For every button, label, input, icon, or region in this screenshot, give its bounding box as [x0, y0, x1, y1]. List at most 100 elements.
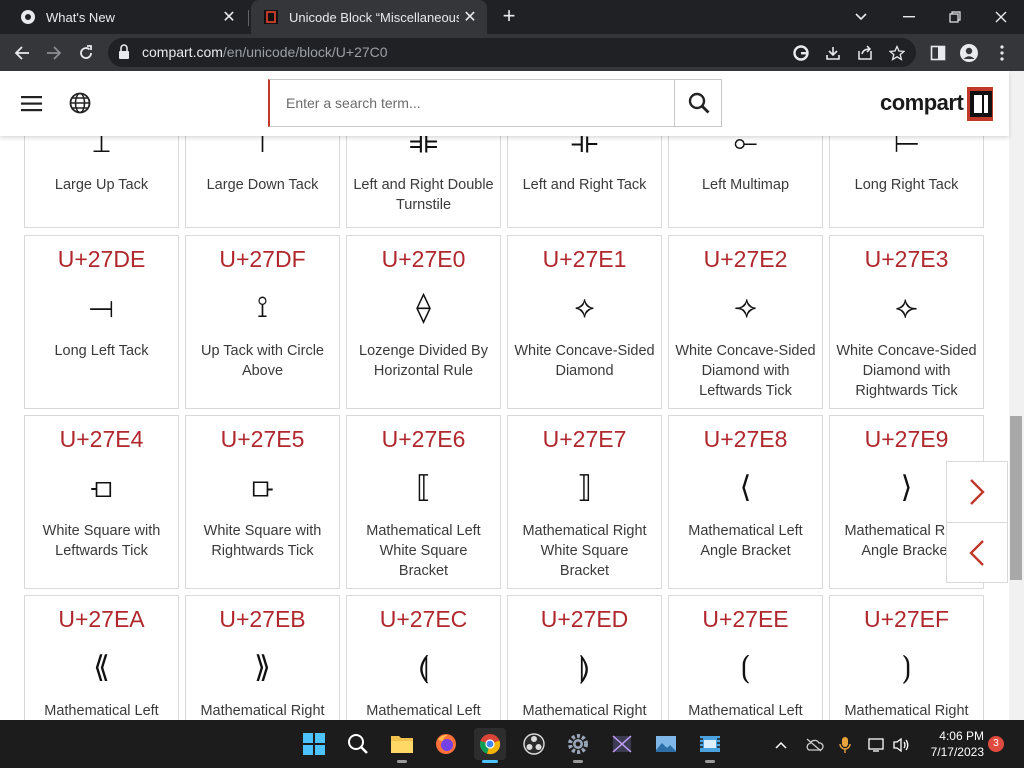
previous-page-button[interactable]: [947, 523, 1007, 583]
next-page-button[interactable]: [947, 462, 1007, 522]
character-card[interactable]: U+27ED ⟭ Mathematical Right: [507, 595, 662, 720]
search-button[interactable]: [674, 80, 722, 126]
character-glyph: ⟛: [570, 136, 599, 160]
character-card[interactable]: U+27E4 ⟤ White Square with Leftwards Tick: [24, 415, 179, 589]
character-card[interactable]: ⟜ Left Multimap: [668, 136, 823, 228]
character-card[interactable]: U+27EC ⟬ Mathematical Left: [346, 595, 501, 720]
profile-avatar-icon[interactable]: [956, 40, 982, 66]
character-name: Large Up Tack: [54, 177, 149, 193]
google-icon[interactable]: [790, 42, 812, 64]
file-explorer-icon[interactable]: [386, 728, 418, 763]
character-card[interactable]: U+27EE ⟮ Mathematical Left: [668, 595, 823, 720]
codepoint-label: U+27E5: [220, 426, 305, 452]
firefox-icon[interactable]: [430, 728, 462, 760]
share-icon[interactable]: [854, 42, 876, 64]
character-card[interactable]: ⟛ Left and Right Tack: [507, 136, 662, 228]
side-panel-icon[interactable]: [925, 40, 951, 66]
lock-icon[interactable]: [118, 44, 130, 60]
reload-button[interactable]: [73, 40, 99, 66]
settings-icon[interactable]: [562, 728, 594, 763]
display-icon[interactable]: [866, 734, 888, 756]
codepoint-label: U+27E7: [542, 426, 627, 452]
character-glyph: ⟙: [253, 136, 272, 160]
globe-language-icon[interactable]: [68, 91, 92, 115]
character-glyph: ⟭: [578, 650, 591, 685]
character-card[interactable]: U+27E8 ⟨ Mathematical Left Angle Bracket: [668, 415, 823, 589]
character-name: White Concave-Sided Diamond: [514, 343, 655, 379]
notification-badge[interactable]: 3: [988, 736, 1004, 752]
character-name: White Concave-Sided Diamond with Leftwar…: [675, 343, 816, 399]
character-name: Mathematical Right: [522, 703, 647, 719]
character-card[interactable]: U+27E3 ⟣ White Concave-Sided Diamond with …: [829, 235, 984, 409]
tab-search-icon[interactable]: [838, 0, 884, 34]
character-card[interactable]: U+27E6 ⟦ Mathematical Left White Square Br…: [346, 415, 501, 589]
codepoint-label: U+27E8: [703, 426, 788, 452]
character-name: Lozenge Divided By Horizontal Rule: [359, 343, 488, 379]
character-card[interactable]: ⟘ Large Up Tack: [24, 136, 179, 228]
film-editor-icon[interactable]: [694, 728, 726, 763]
character-card[interactable]: U+27E5 ⟥ White Square with Rightwards Tick: [185, 415, 340, 589]
character-name: Left Multimap: [701, 177, 790, 193]
search-input[interactable]: [270, 80, 674, 126]
microphone-icon[interactable]: [834, 734, 856, 756]
character-name: Long Right Tack: [854, 177, 959, 193]
search-icon[interactable]: [342, 728, 374, 760]
close-window-button[interactable]: [978, 0, 1024, 34]
system-clock[interactable]: 4:06 PM 7/17/2023: [918, 728, 984, 760]
new-tab-button[interactable]: +: [498, 5, 520, 28]
windows-start-icon[interactable]: [298, 728, 330, 760]
tab-separator: [248, 10, 249, 26]
character-card[interactable]: U+27E1 ⟡ White Concave-Sided Diamond: [507, 235, 662, 409]
character-card[interactable]: U+27EA ⟪ Mathematical Left: [24, 595, 179, 720]
character-card[interactable]: U+27E0 ⟠ Lozenge Divided By Horizontal Rul…: [346, 235, 501, 409]
character-card[interactable]: ⟚ Left and Right Double Turnstile: [346, 136, 501, 228]
character-card[interactable]: ⟙ Large Down Tack: [185, 136, 340, 228]
codepoint-label: U+27E2: [703, 246, 788, 272]
chrome-icon: [21, 10, 35, 24]
media-player-icon[interactable]: [606, 728, 638, 760]
character-name: Mathematical Left: [366, 703, 481, 719]
install-app-icon[interactable]: [822, 42, 844, 64]
character-card[interactable]: U+27DE ⟞ Long Left Tack: [24, 235, 179, 409]
close-tab-icon[interactable]: ✕: [459, 6, 481, 28]
scrollbar-thumb[interactable]: [1010, 416, 1022, 580]
minimize-button[interactable]: [886, 0, 932, 34]
character-card[interactable]: U+27DF ⟟ Up Tack with Circle Above: [185, 235, 340, 409]
codepoint-label: U+27EC: [379, 606, 468, 632]
character-card[interactable]: U+27EF ⟯ Mathematical Right: [829, 595, 984, 720]
character-glyph: ⟤: [90, 470, 113, 505]
chrome-icon[interactable]: [474, 728, 506, 763]
character-glyph: ⟫: [254, 650, 271, 685]
codepoint-label: U+27EE: [702, 606, 789, 632]
character-card[interactable]: ⟝ Long Right Tack: [829, 136, 984, 228]
logo-text: compart: [880, 90, 964, 115]
show-hidden-icons-icon[interactable]: [770, 734, 792, 756]
hamburger-menu-icon[interactable]: [20, 92, 44, 116]
tab-unicode-block[interactable]: Unicode Block “Miscellaneous Ma ✕: [251, 0, 487, 34]
address-bar[interactable]: compart.com/en/unicode/block/U+27C0: [108, 38, 916, 67]
character-card[interactable]: U+27E2 ⟢ White Concave-Sided Diamond with …: [668, 235, 823, 409]
codepoint-label: U+27E6: [381, 426, 466, 452]
codepoint-label: U+27E3: [864, 246, 949, 272]
cloud-offline-icon[interactable]: [803, 734, 825, 756]
more-menu-icon[interactable]: [989, 40, 1015, 66]
close-tab-icon[interactable]: ✕: [218, 6, 240, 28]
back-button[interactable]: [9, 40, 35, 66]
restore-button[interactable]: [932, 0, 978, 34]
character-name: Mathematical Right: [844, 703, 969, 719]
browser-tab-strip: What's New ✕ Unicode Block “Miscellaneou…: [0, 0, 1024, 34]
compart-logo[interactable]: compart: [880, 86, 995, 121]
forward-button[interactable]: [41, 40, 67, 66]
compart-favicon-icon: [264, 10, 278, 24]
tab-whats-new[interactable]: What's New ✕: [8, 0, 246, 34]
character-card[interactable]: U+27E7 ⟧ Mathematical Right White Square B…: [507, 415, 662, 589]
bookmark-star-icon[interactable]: [886, 42, 908, 64]
page-scrollbar[interactable]: [1009, 71, 1024, 720]
photos-icon[interactable]: [650, 728, 682, 760]
character-glyph: ⟡: [574, 290, 595, 325]
obs-icon[interactable]: [518, 728, 550, 760]
codepoint-label: U+27EF: [863, 606, 949, 632]
character-name: Mathematical Left: [44, 703, 159, 719]
character-card[interactable]: U+27EB ⟫ Mathematical Right: [185, 595, 340, 720]
volume-icon[interactable]: [890, 734, 912, 756]
